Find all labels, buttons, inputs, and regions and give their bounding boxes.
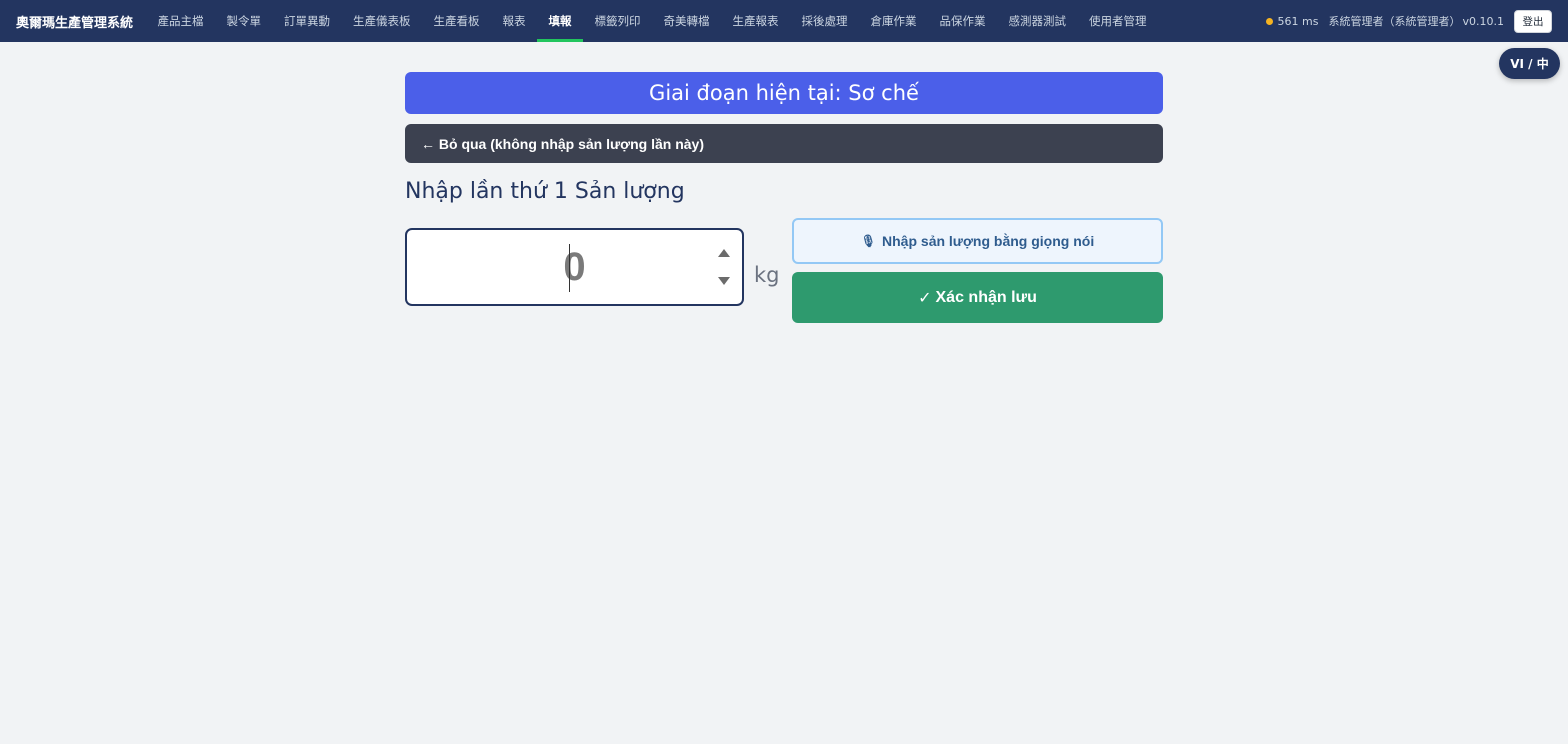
increment-arrow-icon[interactable] [716,247,732,259]
logout-button[interactable]: 登出 [1514,10,1552,33]
nav-item-user-management[interactable]: 使用者管理 [1078,0,1159,42]
skip-button[interactable]: ← Bỏ qua (không nhập sản lượng lần này) [405,124,1163,163]
quantity-unit: kg [754,263,780,287]
checkmark-icon: ✓ [918,289,932,307]
nav-item-label-print[interactable]: 標籤列印 [583,0,652,42]
nav-item-work-orders[interactable]: 製令單 [215,0,273,42]
nav-item-data-entry[interactable]: 填報 [537,0,583,42]
language-toggle-button[interactable]: VI / 中 [1499,48,1560,79]
microphone-icon: 🎙 [860,234,877,248]
nav-item-chimei-convert[interactable]: 奇美轉檔 [652,0,721,42]
entry-title: Nhập lần thứ 1 Sản lượng [405,178,685,204]
main-nav: 產品主檔 製令單 訂單異動 生產儀表板 生產看板 報表 填報 標籤列印 奇美轉檔… [146,0,1158,42]
nav-item-warehouse[interactable]: 倉庫作業 [859,0,928,42]
current-stage-banner: Giai đoạn hiện tại: Sơ chế [405,72,1163,114]
current-user: 系統管理者（系統管理者） [1328,15,1461,28]
decrement-arrow-icon[interactable] [716,275,732,287]
nav-item-sensor-test[interactable]: 感測器測試 [997,0,1078,42]
nav-item-quality-assurance[interactable]: 品保作業 [928,0,997,42]
text-caret [569,244,570,292]
quantity-value[interactable]: 0 [407,230,742,304]
nav-item-production-reports[interactable]: 生產報表 [721,0,790,42]
quantity-input[interactable]: 0 [405,228,744,306]
nav-item-reports[interactable]: 報表 [491,0,537,42]
voice-input-button[interactable]: 🎙 Nhập sản lượng bằng giọng nói [792,218,1163,264]
confirm-save-button[interactable]: ✓ Xác nhận lưu [792,272,1163,323]
latency-text: 561 ms [1277,14,1319,28]
voice-input-label: Nhập sản lượng bằng giọng nói [882,233,1095,249]
nav-item-order-changes[interactable]: 訂單異動 [273,0,342,42]
nav-item-production-dashboard[interactable]: 生產儀表板 [342,0,423,42]
top-navigation-bar: 奧爾瑪生產管理系統 產品主檔 製令單 訂單異動 生產儀表板 生產看板 報表 填報… [0,0,1568,42]
status-dot-icon [1265,17,1273,25]
app-version: v0.10.1 [1462,14,1505,28]
nav-item-post-harvest[interactable]: 採後處理 [790,0,859,42]
confirm-save-label: Xác nhận lưu [935,288,1037,306]
nav-item-product-master[interactable]: 產品主檔 [146,0,215,42]
nav-item-production-kanban[interactable]: 生產看板 [422,0,491,42]
latency-indicator: 561 ms [1265,14,1319,28]
app-brand[interactable]: 奧爾瑪生產管理系統 [16,0,133,42]
status-area: 561 ms 系統管理者（系統管理者） v0.10.1 [1265,0,1505,42]
